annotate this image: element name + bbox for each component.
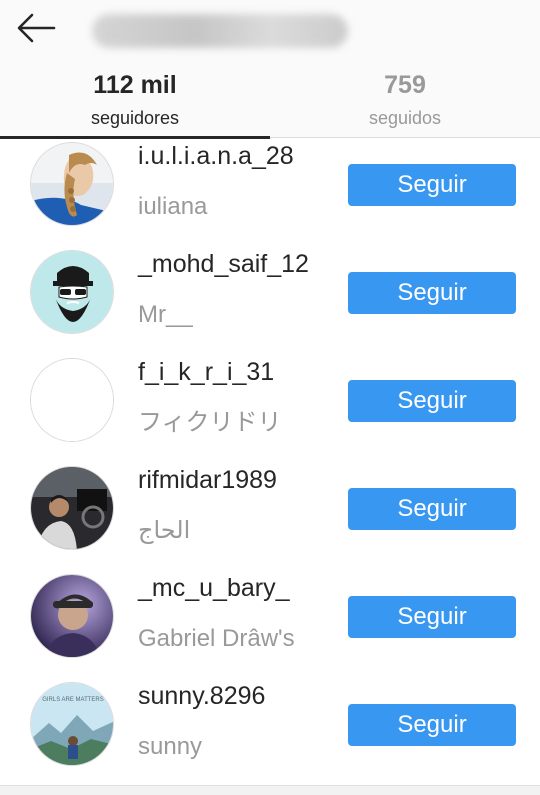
- full-name: Mr__: [138, 301, 193, 328]
- full-name: الحاج: [138, 517, 191, 544]
- follow-button[interactable]: Seguir: [348, 488, 516, 530]
- follow-button[interactable]: Seguir: [348, 164, 516, 206]
- avatar[interactable]: [30, 250, 114, 334]
- avatar[interactable]: [30, 466, 114, 550]
- list-item: _mohd_saif_12 Mr__ Seguir: [0, 247, 540, 355]
- followers-list[interactable]: i.u.l.i.a.n.a_28 iuliana Seguir _mohd_sa…: [0, 139, 540, 785]
- top-bar: jessie_saya: [0, 0, 540, 60]
- followers-count: 112 mil: [93, 71, 177, 99]
- follow-button[interactable]: Seguir: [348, 704, 516, 746]
- list-item: _mc_u_bary_ Gabriel Drâw's Seguir: [0, 571, 540, 679]
- back-button[interactable]: [14, 10, 58, 46]
- follow-tabs: 112 mil seguidores 759 seguidos: [0, 60, 540, 139]
- list-item: rifmidar1989 الحاج Seguir: [0, 463, 540, 571]
- avatar[interactable]: [30, 358, 114, 442]
- avatar[interactable]: [30, 574, 114, 658]
- follow-button[interactable]: Seguir: [348, 380, 516, 422]
- full-name: iuliana: [138, 193, 208, 220]
- avatar[interactable]: [30, 142, 114, 226]
- follow-button[interactable]: Seguir: [348, 596, 516, 638]
- list-item: GIRLS ARE MATTERS sunny.8296 sunny Segui…: [0, 679, 540, 785]
- following-count: 759: [384, 71, 426, 99]
- username[interactable]: _mc_u_bary_: [138, 573, 289, 603]
- followers-label: seguidores: [90, 108, 180, 128]
- arrow-left-icon: [17, 13, 56, 43]
- tab-following[interactable]: 759 seguidos: [270, 60, 540, 138]
- username[interactable]: rifmidar1989: [138, 465, 277, 495]
- following-label: seguidos: [368, 108, 442, 128]
- full-name: フィクリドリ: [138, 409, 282, 436]
- list-footer-divider: [0, 785, 540, 795]
- list-item: i.u.l.i.a.n.a_28 iuliana Seguir: [0, 139, 540, 247]
- username[interactable]: sunny.8296: [138, 681, 265, 711]
- avatar[interactable]: GIRLS ARE MATTERS: [30, 682, 114, 766]
- full-name: sunny: [138, 733, 203, 760]
- follow-button[interactable]: Seguir: [348, 272, 516, 314]
- tab-followers[interactable]: 112 mil seguidores: [0, 60, 270, 139]
- profile-username-title: jessie_saya: [92, 14, 348, 48]
- full-name: Gabriel Drâw's: [138, 625, 295, 652]
- svg-text:GIRLS ARE MATTERS: GIRLS ARE MATTERS: [42, 697, 104, 703]
- username[interactable]: f_i_k_r_i_31: [138, 357, 274, 387]
- list-item: f_i_k_r_i_31 フィクリドリ Seguir: [0, 355, 540, 463]
- username[interactable]: _mohd_saif_12: [138, 249, 309, 279]
- username[interactable]: i.u.l.i.a.n.a_28: [138, 141, 294, 171]
